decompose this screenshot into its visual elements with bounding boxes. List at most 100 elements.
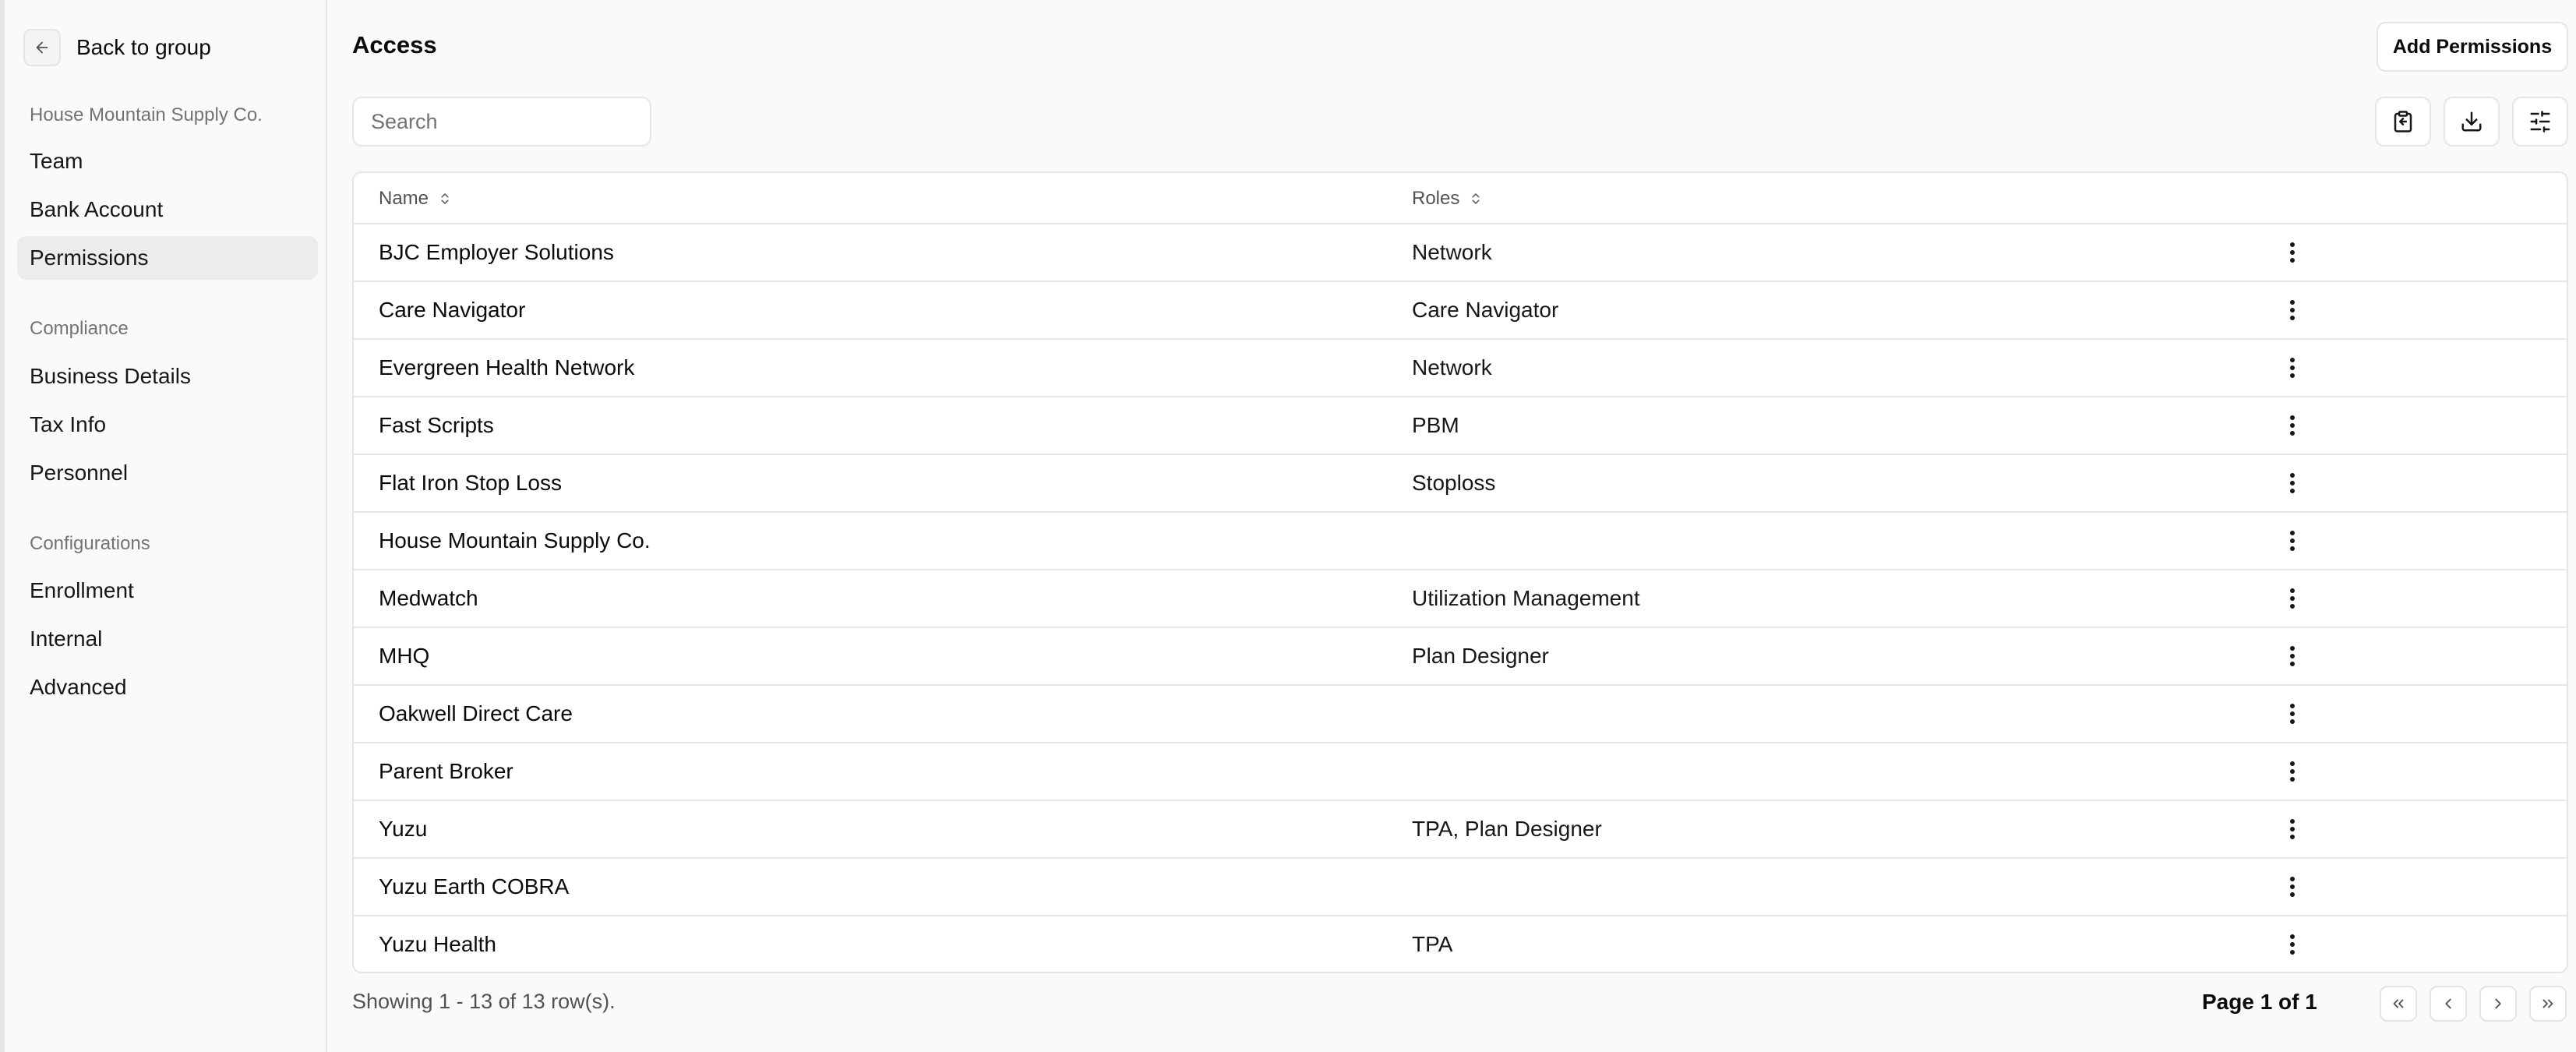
row-actions-button[interactable] bbox=[2275, 927, 2310, 962]
more-vertical-icon bbox=[2290, 819, 2295, 839]
next-page-button[interactable] bbox=[2479, 986, 2517, 1022]
sidebar-item-bank-account[interactable]: Bank Account bbox=[17, 188, 318, 231]
row-name: Evergreen Health Network bbox=[379, 355, 635, 379]
row-roles: Care Navigator bbox=[1412, 298, 1559, 322]
table-row[interactable]: Evergreen Health Network Network bbox=[354, 340, 2567, 397]
row-name: Oakwell Direct Care bbox=[379, 701, 573, 725]
row-name: Medwatch bbox=[379, 586, 478, 610]
row-actions-button[interactable] bbox=[2275, 408, 2310, 443]
row-roles: Stoploss bbox=[1412, 471, 1496, 495]
chevrons-up-down-icon bbox=[1472, 193, 1480, 204]
chevrons-right-icon bbox=[2542, 999, 2553, 1008]
table-body: BJC Employer Solutions Network Care Naviga… bbox=[354, 224, 2567, 972]
more-vertical-icon bbox=[2290, 300, 2295, 320]
add-permissions-button[interactable]: Add Permissions bbox=[2377, 22, 2568, 72]
sidebar: Back to group House Mountain Supply Co. … bbox=[0, 0, 327, 1052]
row-actions-button[interactable] bbox=[2275, 754, 2310, 789]
row-name: Parent Broker bbox=[379, 759, 513, 783]
row-actions-button[interactable] bbox=[2275, 639, 2310, 673]
column-header-name[interactable]: Name bbox=[379, 173, 452, 224]
back-to-group-label[interactable]: Back to group bbox=[76, 35, 211, 60]
row-actions-button[interactable] bbox=[2275, 812, 2310, 846]
chevron-left-icon bbox=[2445, 998, 2451, 1009]
more-vertical-icon bbox=[2290, 531, 2295, 551]
table-row[interactable]: Flat Iron Stop Loss Stoploss bbox=[354, 455, 2567, 513]
chevrons-up-down-icon bbox=[441, 193, 449, 204]
arrow-left-icon bbox=[36, 41, 48, 54]
row-name: Flat Iron Stop Loss bbox=[379, 471, 563, 495]
more-vertical-icon bbox=[2290, 242, 2295, 263]
row-roles: Network bbox=[1412, 355, 1492, 379]
more-vertical-icon bbox=[2290, 358, 2295, 378]
back-to-group-link[interactable]: Back to group bbox=[23, 28, 211, 67]
sidebar-item-internal[interactable]: Internal bbox=[17, 617, 318, 661]
row-roles: PBM bbox=[1412, 413, 1459, 437]
clipboard-copy-icon bbox=[2394, 111, 2412, 132]
row-name: BJC Employer Solutions bbox=[379, 240, 614, 264]
page-indicator: Page 1 of 1 bbox=[2202, 990, 2317, 1014]
last-page-button[interactable] bbox=[2529, 986, 2567, 1022]
row-actions-button[interactable] bbox=[2275, 235, 2310, 270]
table-row[interactable]: Care Navigator Care Navigator bbox=[354, 282, 2567, 340]
table-row[interactable]: MHQ Plan Designer bbox=[354, 628, 2567, 686]
row-name: Yuzu Health bbox=[379, 932, 496, 956]
more-vertical-icon bbox=[2290, 761, 2295, 782]
table-row[interactable]: Yuzu Earth COBRA bbox=[354, 859, 2567, 916]
sidebar-item-permissions[interactable]: Permissions bbox=[17, 236, 318, 280]
download-icon bbox=[2461, 111, 2482, 132]
table-row[interactable]: Oakwell Direct Care bbox=[354, 686, 2567, 743]
table-row[interactable]: Yuzu TPA, Plan Designer bbox=[354, 801, 2567, 859]
row-name: Yuzu Earth COBRA bbox=[379, 874, 570, 898]
chevrons-left-icon bbox=[2393, 999, 2404, 1008]
sidebar-item-personnel[interactable]: Personnel bbox=[17, 451, 318, 495]
rows-summary: Showing 1 - 13 of 13 row(s). bbox=[352, 990, 616, 1013]
row-actions-button[interactable] bbox=[2275, 293, 2310, 327]
row-actions-button[interactable] bbox=[2275, 351, 2310, 385]
row-roles: TPA bbox=[1412, 932, 1453, 956]
table-row[interactable]: Parent Broker bbox=[354, 743, 2567, 801]
sidebar-item-business-details[interactable]: Business Details bbox=[17, 355, 318, 398]
back-button[interactable] bbox=[23, 29, 61, 66]
row-roles: TPA, Plan Designer bbox=[1412, 817, 1602, 841]
column-settings-button[interactable] bbox=[2512, 97, 2568, 147]
sidebar-item-team[interactable]: Team bbox=[17, 139, 318, 183]
more-vertical-icon bbox=[2290, 473, 2295, 493]
row-actions-button[interactable] bbox=[2275, 581, 2310, 616]
table-row[interactable]: Medwatch Utilization Management bbox=[354, 570, 2567, 628]
table-row[interactable]: BJC Employer Solutions Network bbox=[354, 224, 2567, 282]
more-vertical-icon bbox=[2290, 877, 2295, 897]
row-name: Care Navigator bbox=[379, 298, 526, 322]
table-row[interactable]: Fast Scripts PBM bbox=[354, 397, 2567, 455]
first-page-button[interactable] bbox=[2380, 986, 2417, 1022]
column-header-name-label: Name bbox=[379, 188, 429, 209]
row-roles: Plan Designer bbox=[1412, 644, 1549, 668]
row-actions-button[interactable] bbox=[2275, 870, 2310, 904]
compliance-section-heading: Compliance bbox=[30, 318, 129, 339]
column-header-roles[interactable]: Roles bbox=[1412, 173, 1483, 224]
org-section-heading: House Mountain Supply Co. bbox=[30, 104, 263, 125]
row-roles: Utilization Management bbox=[1412, 586, 1640, 610]
sidebar-item-tax-info[interactable]: Tax Info bbox=[17, 403, 318, 447]
row-roles: Network bbox=[1412, 240, 1492, 264]
row-name: House Mountain Supply Co. bbox=[379, 528, 651, 552]
sliders-icon bbox=[2530, 111, 2550, 132]
previous-page-button[interactable] bbox=[2430, 986, 2467, 1022]
more-vertical-icon bbox=[2290, 934, 2295, 955]
more-vertical-icon bbox=[2290, 704, 2295, 724]
more-vertical-icon bbox=[2290, 415, 2295, 436]
table-row[interactable]: House Mountain Supply Co. bbox=[354, 513, 2567, 570]
row-name: Fast Scripts bbox=[379, 413, 494, 437]
configurations-section-heading: Configurations bbox=[30, 533, 150, 554]
row-actions-button[interactable] bbox=[2275, 524, 2310, 558]
search-input[interactable] bbox=[352, 97, 651, 147]
copy-button[interactable] bbox=[2375, 97, 2431, 147]
row-name: MHQ bbox=[379, 644, 430, 668]
page-title: Access bbox=[352, 31, 437, 58]
chevron-right-icon bbox=[2495, 998, 2501, 1009]
download-button[interactable] bbox=[2444, 97, 2500, 147]
row-actions-button[interactable] bbox=[2275, 697, 2310, 731]
table-row[interactable]: Yuzu Health TPA bbox=[354, 916, 2567, 972]
sidebar-item-enrollment[interactable]: Enrollment bbox=[17, 569, 318, 612]
row-actions-button[interactable] bbox=[2275, 466, 2310, 500]
sidebar-item-advanced[interactable]: Advanced bbox=[17, 665, 318, 709]
